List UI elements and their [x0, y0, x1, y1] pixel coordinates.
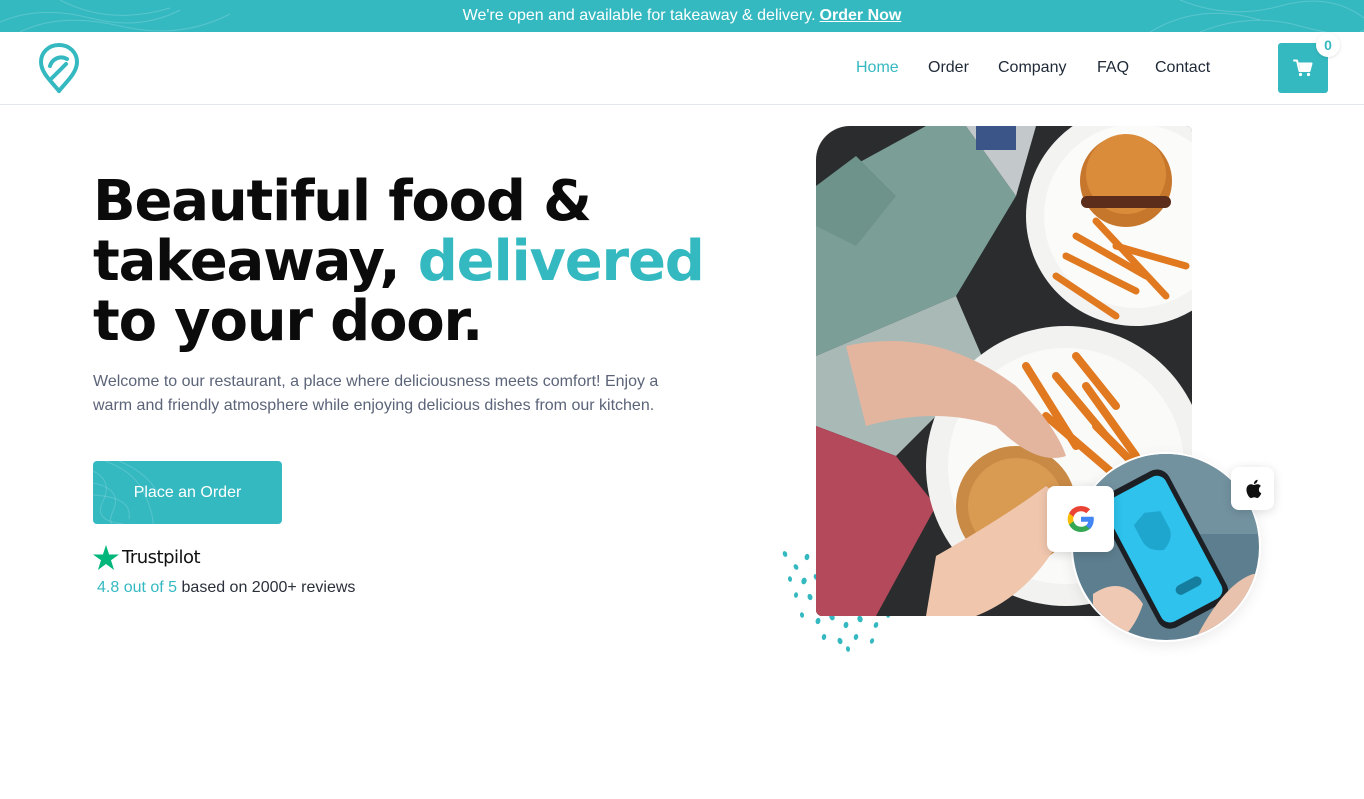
- nav-home[interactable]: Home: [856, 59, 899, 77]
- order-now-link[interactable]: Order Now: [820, 7, 902, 25]
- headline-line-2-prefix: takeaway,: [93, 229, 418, 294]
- trustpilot-brand: Trustpilot: [122, 546, 201, 568]
- apple-logo: [1245, 479, 1261, 498]
- google-icon[interactable]: [1047, 486, 1114, 552]
- nav-company[interactable]: Company: [998, 59, 1066, 77]
- location-pin-icon[interactable]: [38, 42, 80, 94]
- headline-line-1: Beautiful food &: [93, 169, 592, 234]
- announcement-text: We're open and available for takeaway & …: [462, 7, 816, 24]
- headline-accent: delivered: [417, 229, 705, 294]
- cart-icon: [1293, 59, 1313, 77]
- apple-icon[interactable]: [1231, 467, 1274, 510]
- place-order-button[interactable]: Place an Order: [93, 461, 282, 524]
- nav-faq[interactable]: FAQ: [1097, 59, 1129, 77]
- google-logo: [1067, 506, 1094, 532]
- trustpilot-star-icon: [93, 544, 119, 570]
- rating-text: 4.8 out of 5 based on 2000+ reviews: [97, 579, 355, 597]
- hero-intro: Welcome to our restaurant, a place where…: [93, 373, 659, 414]
- rating-suffix: based on 2000+ reviews: [181, 579, 356, 596]
- announcement-bar: We're open and available for takeaway & …: [0, 0, 1364, 32]
- headline-line-3: to your door.: [93, 289, 483, 354]
- trustpilot-logo[interactable]: Trustpilot: [93, 543, 201, 571]
- cart-count-badge: 0: [1316, 33, 1340, 57]
- site-header: Home Order Company FAQ Contact: [0, 32, 1364, 105]
- hero-headline: Beautiful food & takeaway, delivered to …: [93, 172, 733, 352]
- nav-order[interactable]: Order: [928, 59, 969, 77]
- nav-contact[interactable]: Contact: [1155, 59, 1210, 77]
- rating-score: 4.8 out of 5: [97, 579, 178, 596]
- place-order-label: Place an Order: [133, 483, 242, 501]
